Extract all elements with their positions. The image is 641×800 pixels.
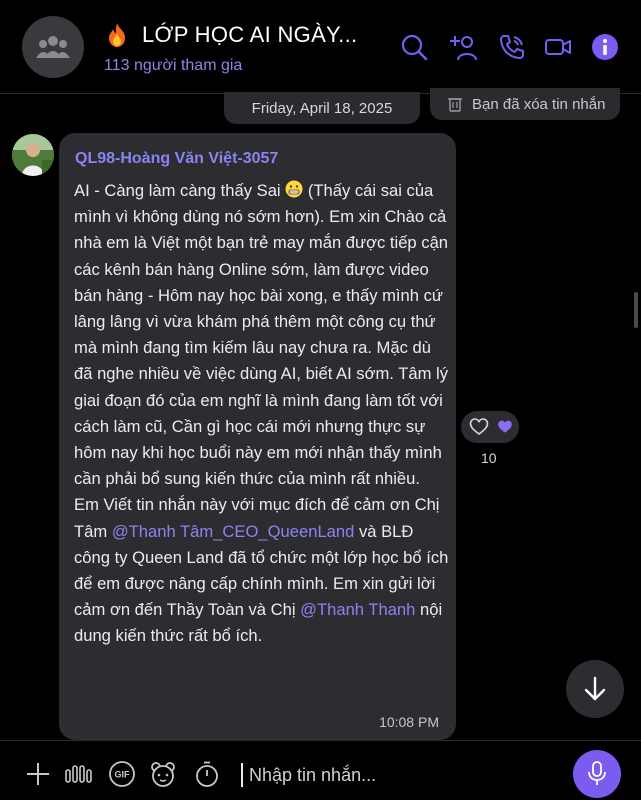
deleted-message-notice: Bạn đã xóa tin nhắn <box>430 88 620 120</box>
text-caret <box>241 763 243 787</box>
mention-thanh-thanh[interactable]: @Thanh Thanh <box>300 600 415 619</box>
scroll-to-bottom-button[interactable] <box>566 660 624 718</box>
sender-avatar[interactable] <box>12 134 54 176</box>
mic-icon <box>588 761 606 785</box>
search-icon[interactable] <box>399 32 429 62</box>
mention-thanh-tam[interactable]: @Thanh Tâm_CEO_QueenLand <box>112 522 355 541</box>
heart-outline-icon[interactable] <box>469 417 489 437</box>
group-icon <box>36 36 70 58</box>
date-separator: Friday, April 18, 2025 <box>224 92 420 124</box>
svg-text:GIF: GIF <box>115 770 131 780</box>
video-call-icon[interactable] <box>543 32 573 62</box>
message-bubble[interactable]: QL98-Hoàng Văn Việt-3057 AI - Càng làm c… <box>59 133 456 740</box>
member-count[interactable]: 113 người tham gia <box>104 57 242 75</box>
message-input-placeholder: Nhập tin nhắn... <box>249 764 377 785</box>
fire-icon <box>109 23 125 47</box>
message-time: 10:08 PM <box>379 714 439 730</box>
reaction-pill[interactable] <box>461 411 519 443</box>
deleted-message-text: Bạn đã xóa tin nhắn <box>472 95 606 113</box>
timer-icon[interactable] <box>193 760 221 788</box>
sticker-icon[interactable] <box>149 760 177 788</box>
message-input[interactable]: Nhập tin nhắn... <box>241 760 541 790</box>
group-avatar[interactable] <box>22 16 84 78</box>
chat-header: LỚP HỌC AI NGÀY... 113 người tham gia <box>0 0 641 94</box>
voice-wave-icon[interactable] <box>64 760 92 788</box>
group-title-row[interactable]: LỚP HỌC AI NGÀY... <box>104 22 357 48</box>
sender-name[interactable]: QL98-Hoàng Văn Việt-3057 <box>75 150 278 168</box>
mic-button[interactable] <box>573 750 621 798</box>
voice-call-icon[interactable] <box>497 32 527 62</box>
arrow-down-icon <box>584 676 606 701</box>
scrollbar-thumb[interactable] <box>634 292 638 328</box>
message-text: AI - Càng làm càng thấy Sai (Thấy cái sa… <box>74 178 449 650</box>
plus-icon[interactable] <box>24 760 52 788</box>
group-title: LỚP HỌC AI NGÀY... <box>142 22 358 47</box>
trash-icon <box>448 98 462 112</box>
message-text-part2: (Thấy cái sai của mình vì không dùng nó … <box>74 181 449 541</box>
info-icon[interactable] <box>590 32 620 62</box>
grimacing-emoji-icon <box>285 180 303 198</box>
reaction-count: 10 <box>481 450 497 466</box>
gif-icon[interactable]: GIF <box>108 760 136 788</box>
message-text-part1: AI - Càng làm càng thấy Sai <box>74 181 281 200</box>
add-member-icon[interactable] <box>449 32 479 62</box>
heart-filled-icon[interactable] <box>497 419 513 435</box>
